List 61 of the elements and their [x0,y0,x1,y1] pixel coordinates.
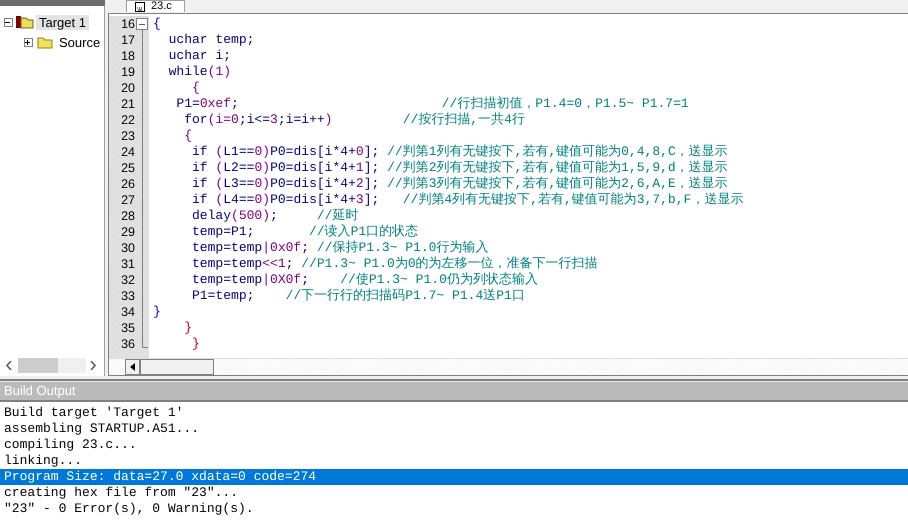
line-number: 25 [120,160,135,176]
line-number: 26 [120,176,135,192]
code-line: { [191,80,200,96]
line-number: 33 [120,288,135,304]
output-line[interactable]: linking... [0,453,908,469]
line-number: 29 [120,224,135,240]
line-number: 22 [120,112,135,128]
code-line: } [183,320,192,336]
output-line[interactable]: Build target 'Target 1' [0,405,908,421]
code-line: } [191,336,200,352]
line-number: 30 [120,240,135,256]
output-line[interactable]: compiling 23.c... [0,437,908,453]
target-folder-icon [16,15,34,29]
line-number: 20 [120,80,135,96]
code-line: if (L4==0)P0=dis[i*4+3]; //判第4列有无键按下,若有,键值可能为3,7,b,F，送显示 [191,192,744,208]
scrollbar-thumb[interactable] [140,359,214,375]
panel-title: Build Output [0,381,908,402]
line-number: 17 [120,32,135,48]
code-line: temp=temp<<1; //P1.3~ P1.0为0的为左移一位，准备下一行扫描 [191,256,598,272]
code-line: if (L3==0)P0=dis[i*4+2]; //判第3列有无键按下,若有,键值可能为2,6,A,E，送显示 [191,176,728,192]
file-tab[interactable]: 23.c [126,0,185,12]
fold-collapse-icon[interactable] [136,18,148,30]
line-number: 31 [120,256,135,272]
tree-item[interactable]: Source [56,34,104,50]
line-number: 32 [120,272,135,288]
code-line: { [183,128,192,144]
code-line: } [153,304,161,320]
line-number: 34 [120,304,135,320]
scrollbar-thumb[interactable] [18,358,58,372]
output-line[interactable]: "23" - 0 Error(s), 0 Warning(s). [0,501,908,517]
line-number: 16 [120,16,135,32]
line-number: 36 [120,336,135,352]
horizontal-scrollbar[interactable] [0,354,105,376]
code-line: delay(500); //延时 [191,208,358,224]
line-number: 23 [120,128,135,144]
expand-icon[interactable] [24,38,33,46]
code-line: if (L1==0)P0=dis[i*4+0]; //判第1列有无键按下,若有,键值可能为0,4,8,C，送显示 [191,144,728,160]
code-line: for(i=0;i<=3;i=i++) //按行扫描,一共4行 [183,112,525,128]
code-line: P1=0xef; //行扫描初值，P1.4=0，P1.5~ P1.7=1 [175,96,689,112]
tree-item[interactable]: Target 1 [36,14,89,30]
line-number: 19 [120,64,135,80]
code-line: if (L2==0)P0=dis[i*4+1]; //判第2列有无键按下,若有,键值可能为1,5,9,d，送显示 [191,160,728,176]
code-line: P1=temp; //下一行行的扫描码P1.7~ P1.4送P1口 [191,288,525,304]
code-line: temp=temp|0x0f; //保持P1.3~ P1.0行为输入 [191,240,488,256]
line-number: 35 [120,320,135,336]
code-line: { [153,16,161,32]
scroll-left-icon[interactable] [125,359,140,375]
collapse-icon[interactable] [4,18,13,26]
code-line: uchar i; [168,48,232,64]
folder-icon [36,35,54,49]
output-line[interactable]: creating hex file from "23"... [0,485,908,501]
code-line: uchar temp; [168,32,254,48]
output-line[interactable]: assembling STARTUP.A51... [0,421,908,437]
line-number: 21 [120,96,135,112]
line-number: 28 [120,208,135,224]
code-line: temp=temp|0X0f; //使P1.3~ P1.0仍为列状态输入 [191,272,538,288]
line-number: 24 [120,144,135,160]
line-number: 27 [120,192,135,208]
code-line: while(1) [168,64,232,80]
line-number: 18 [120,48,135,64]
code-line: temp=P1; //读入P1口的状态 [191,224,418,240]
